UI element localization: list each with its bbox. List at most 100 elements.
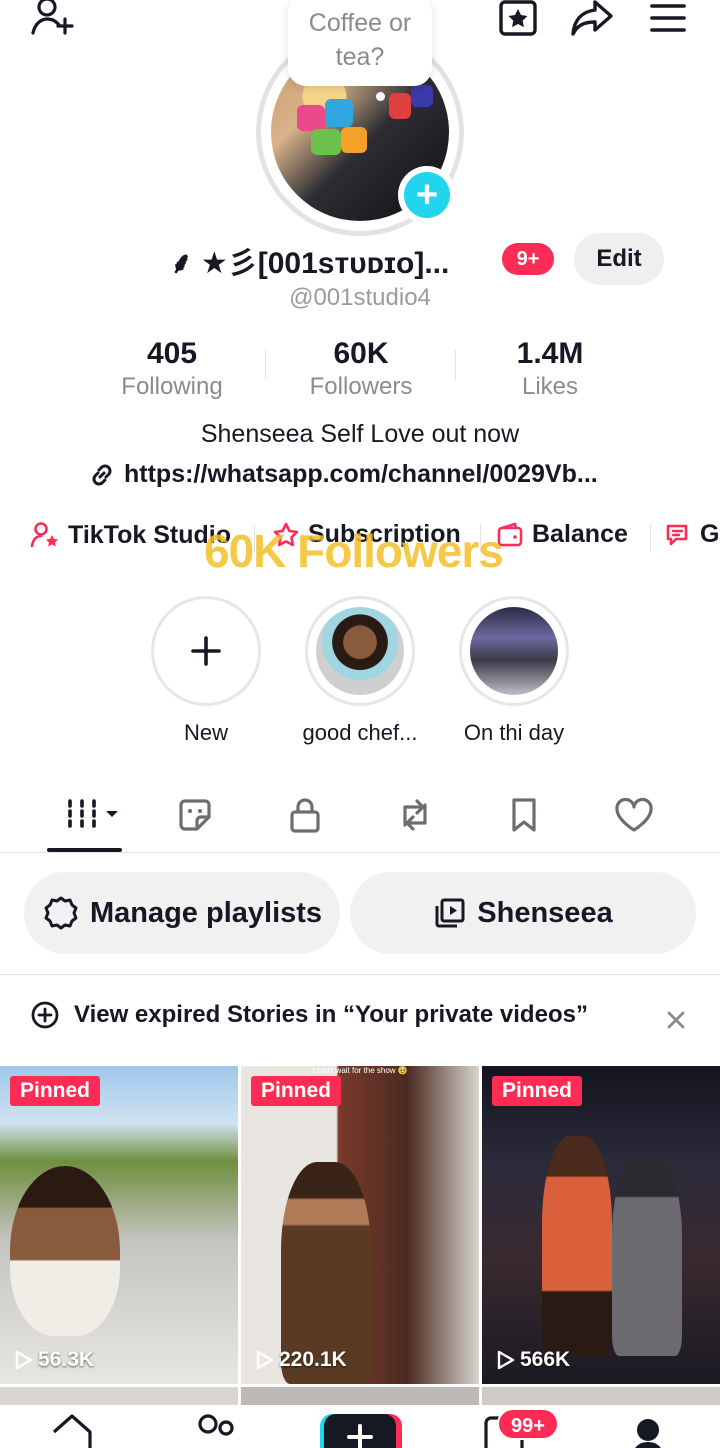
view-count: 56.3K <box>12 1348 94 1372</box>
story-thumbnail <box>316 607 404 695</box>
video-thumbnail-partial[interactable] <box>482 1387 720 1407</box>
stat-value: 60K <box>333 337 389 370</box>
favorites-button[interactable] <box>494 0 542 42</box>
view-count-value: 220.1K <box>279 1348 347 1371</box>
playlist-shenseea-button[interactable]: Shenseea <box>350 872 696 954</box>
share-button[interactable] <box>568 0 616 42</box>
play-outline-icon <box>12 1349 34 1371</box>
video-thumbnail-partial[interactable] <box>241 1387 479 1407</box>
create-plus-icon <box>318 1412 402 1448</box>
stat-following[interactable]: 405 Following <box>82 336 262 402</box>
pinned-badge: Pinned <box>492 1076 583 1106</box>
story-new[interactable] <box>151 596 261 706</box>
stat-divider <box>455 350 456 380</box>
playlist-label: Shenseea <box>477 896 613 929</box>
display-name: ⸙ ★彡[001sᴛᴜᴅɪᴏ]... <box>170 247 450 280</box>
pinned-badge: Pinned <box>10 1076 101 1106</box>
story-thumbnail <box>470 607 558 695</box>
video-caption: I can't wait for the show 🥹 <box>312 1066 408 1075</box>
bio-link-text: https://whatsapp.com/channel/0029Vb... <box>124 460 598 488</box>
note-text: Coffee or tea? <box>308 9 412 71</box>
stat-value: 1.4M <box>516 337 584 370</box>
profile-icon <box>630 1416 666 1448</box>
tab-saved[interactable] <box>494 790 554 840</box>
story-highlight[interactable] <box>305 596 415 706</box>
tab-private[interactable] <box>275 790 335 840</box>
plus-icon <box>154 599 258 703</box>
notification-badge[interactable]: 9+ <box>502 243 554 275</box>
story-label: On thi day <box>463 720 565 745</box>
link-icon <box>88 461 116 489</box>
video-thumbnail[interactable]: Pinned 566K <box>482 1066 720 1384</box>
stat-followers[interactable]: 60K Followers <box>271 336 451 402</box>
manage-playlists-button[interactable]: Manage playlists <box>24 872 340 954</box>
notice-text: View expired Stories in “Your private vi… <box>74 1001 588 1028</box>
friends-icon <box>194 1412 238 1448</box>
add-story-button[interactable]: + <box>398 166 456 224</box>
stat-value: 405 <box>146 337 198 370</box>
tab-reposts[interactable] <box>385 790 445 840</box>
nav-friends[interactable] <box>194 1412 238 1448</box>
bubble-tail <box>376 92 385 101</box>
play-outline-icon <box>253 1349 275 1371</box>
tab-stickers[interactable] <box>165 790 225 840</box>
shortcut-balance[interactable]: Balance <box>496 520 628 549</box>
thumbnail-figure <box>10 1166 120 1336</box>
story-highlight[interactable] <box>459 596 569 706</box>
divider <box>0 974 720 975</box>
sticker-icon <box>175 795 215 835</box>
view-count-value: 56.3K <box>38 1348 95 1371</box>
hamburger-menu-icon <box>648 0 688 38</box>
shortcut-more[interactable]: G <box>664 520 719 549</box>
video-thumbnail[interactable]: I can't wait for the show 🥹 Pinned 220.1… <box>241 1066 479 1384</box>
close-notice-button[interactable] <box>662 1006 690 1034</box>
plus-icon: + <box>404 172 450 218</box>
repost-icon <box>395 795 435 835</box>
view-count-value: 566K <box>520 1348 571 1371</box>
thumbnail-figure <box>542 1136 612 1356</box>
view-count: 566K <box>494 1348 570 1372</box>
followers-overlay-text: 60K Followers <box>204 525 504 577</box>
nav-profile[interactable] <box>630 1416 666 1448</box>
stat-divider <box>265 350 266 380</box>
video-thumbnail-partial[interactable] <box>0 1387 238 1407</box>
stat-likes[interactable]: 1.4M Likes <box>460 336 640 402</box>
stat-label: Likes <box>521 373 579 400</box>
manage-playlists-label: Manage playlists <box>89 896 323 929</box>
view-count: 220.1K <box>253 1348 347 1372</box>
stat-label: Following <box>121 373 223 400</box>
shortcut-tiktok-studio[interactable]: TikTok Studio <box>30 520 231 550</box>
bio-link[interactable]: https://whatsapp.com/channel/0029Vb... <box>88 460 598 489</box>
tab-liked[interactable] <box>604 790 664 840</box>
menu-button[interactable] <box>644 0 692 42</box>
close-icon <box>662 1006 690 1034</box>
note-bubble[interactable]: Coffee or tea? <box>288 0 432 101</box>
video-thumbnail[interactable]: Pinned 56.3K <box>0 1066 238 1384</box>
shortcut-label: G <box>700 520 720 548</box>
pinned-badge: Pinned <box>251 1076 342 1106</box>
bio-text: Shenseea Self Love out now <box>200 420 520 448</box>
edit-profile-button[interactable]: Edit <box>574 233 664 285</box>
username: @001studio4 <box>289 284 431 311</box>
bookmark-icon <box>504 795 544 835</box>
play-outline-icon <box>494 1349 516 1371</box>
add-friend-button[interactable] <box>28 0 76 42</box>
playlist-icon <box>433 896 467 930</box>
inbox-badge: 99+ <box>497 1408 559 1440</box>
home-icon <box>50 1412 94 1448</box>
thumbnail-figure <box>612 1156 682 1356</box>
story-label: good chef... <box>302 720 418 745</box>
grid-bars-icon <box>62 795 122 835</box>
person-plus-icon <box>29 0 75 41</box>
tab-videos[interactable] <box>60 790 124 840</box>
expired-stories-notice[interactable]: View expired Stories in “Your private vi… <box>30 1000 588 1030</box>
nav-home[interactable] <box>50 1412 94 1448</box>
lock-icon <box>285 795 325 835</box>
nav-create[interactable] <box>318 1412 402 1448</box>
story-label: New <box>183 720 228 745</box>
star-box-icon <box>496 0 540 40</box>
shortcut-divider <box>650 524 651 552</box>
gear-icon <box>42 894 80 932</box>
shortcut-label: Balance <box>532 520 628 548</box>
share-arrow-icon <box>569 0 615 40</box>
